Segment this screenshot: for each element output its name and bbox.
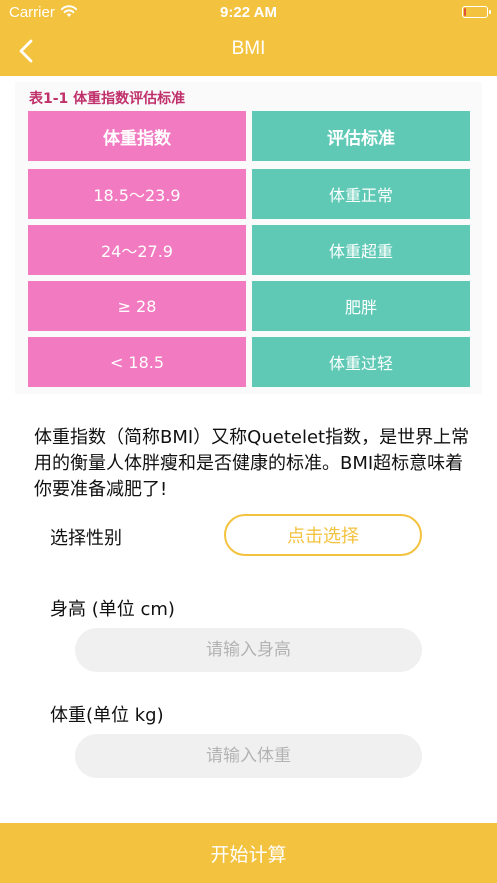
table-caption: 表1-1 体重指数评估标准 (29, 91, 186, 107)
height-input[interactable] (75, 628, 422, 672)
table-cell-bmi-range: 24～27.9 (28, 225, 246, 275)
table-cell-bmi-range: < 18.5 (28, 337, 246, 387)
battery-level (464, 8, 466, 16)
table-header-bmi: 体重指数 (28, 111, 246, 161)
navigation-bar: BMI (0, 26, 497, 76)
bmi-description: 体重指数（简称BMI）又称Quetelet指数，是世界上常用的衡量人体胖瘦和是否… (34, 427, 470, 500)
weight-input[interactable] (75, 734, 422, 778)
weight-label: 体重(单位 kg) (50, 705, 164, 726)
table-cell-assessment: 体重超重 (252, 225, 470, 275)
clock: 9:22 AM (220, 4, 277, 21)
bmi-standards-table: 表1-1 体重指数评估标准 体重指数 评估标准 18.5～23.9 体重正常 2… (15, 82, 482, 394)
page-title: BMI (231, 38, 266, 59)
calculate-button[interactable]: 开始计算 (0, 823, 497, 883)
select-gender-button[interactable]: 点击选择 (224, 514, 422, 556)
table-cell-assessment: 体重正常 (252, 169, 470, 219)
gender-label: 选择性别 (50, 528, 122, 549)
battery-icon (462, 6, 491, 18)
status-bar: Carrier 9:22 AM (0, 0, 497, 26)
table-header-standard: 评估标准 (252, 111, 470, 161)
height-label: 身高 (单位 cm) (50, 599, 175, 620)
table-cell-bmi-range: 18.5～23.9 (28, 169, 246, 219)
table-cell-bmi-range: ≥ 28 (28, 281, 246, 331)
table-cell-assessment: 体重过轻 (252, 337, 470, 387)
table-cell-assessment: 肥胖 (252, 281, 470, 331)
